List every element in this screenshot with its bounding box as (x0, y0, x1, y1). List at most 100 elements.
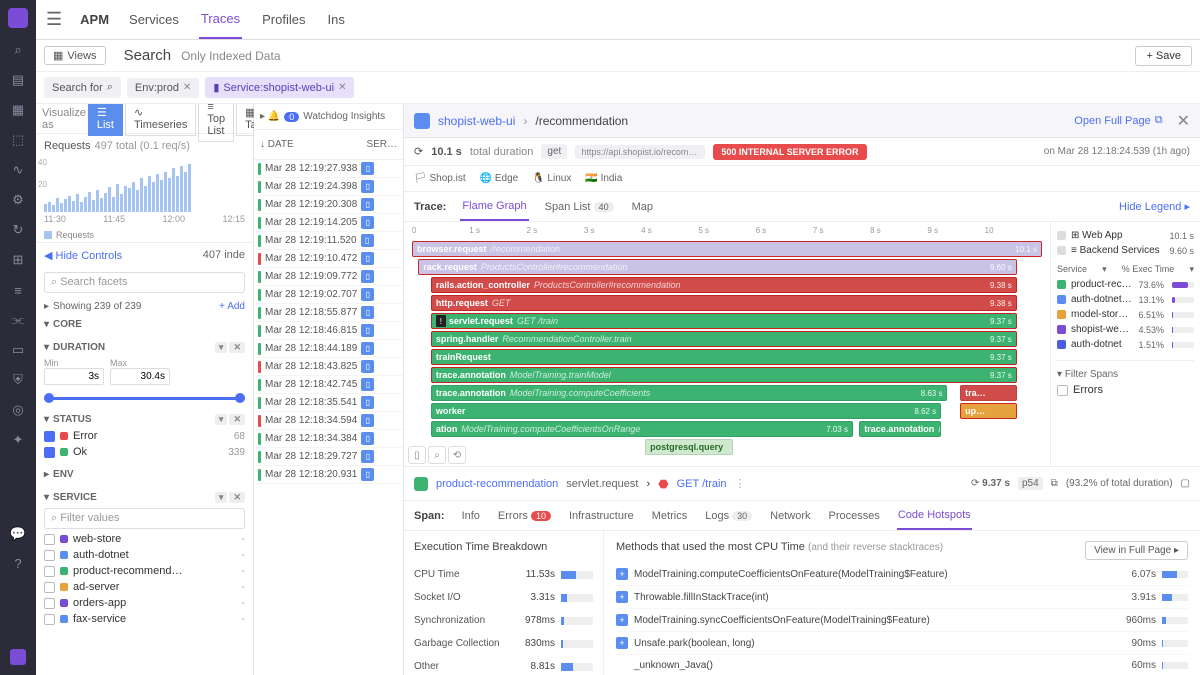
facet-duration[interactable]: ▾ Duration▾✕ (44, 339, 245, 356)
trace-row[interactable]: Mar 28 12:18:35.541▯ (254, 394, 403, 412)
vis-timeseries[interactable]: ∿ Timeseries (125, 104, 196, 136)
spantab-processes[interactable]: Processes (828, 503, 881, 529)
bookmark-icon[interactable]: ▢ (1181, 478, 1190, 489)
chart-icon[interactable]: ∿ (10, 162, 26, 178)
env-chip[interactable]: Env:prod ✕ (127, 78, 199, 98)
avatar[interactable] (10, 649, 26, 665)
method-row[interactable]: +ModelTraining.computeCoefficientsOnFeat… (616, 563, 1188, 586)
legend-service[interactable]: auth-dotnet-po…13.1% (1057, 292, 1194, 307)
duration-max[interactable] (110, 368, 170, 385)
facet-core[interactable]: ▾ CORE (44, 316, 245, 333)
spantab-metrics[interactable]: Metrics (651, 503, 688, 529)
close-icon[interactable]: ✕ (1177, 111, 1190, 131)
trace-row[interactable]: Mar 28 12:19:24.398▯ (254, 178, 403, 196)
spantab-hotspots[interactable]: Code Hotspots (897, 502, 972, 530)
tab-spanlist[interactable]: Span List 40 (543, 194, 616, 220)
service-item[interactable]: fax-service- (44, 611, 245, 627)
trace-row[interactable]: Mar 28 12:18:46.815▯ (254, 322, 403, 340)
menu-icon[interactable]: ☰ (46, 9, 62, 30)
infra-icon[interactable]: ▦ (10, 102, 26, 118)
trace-row[interactable]: Mar 28 12:18:42.745▯ (254, 376, 403, 394)
trace-row[interactable]: Mar 28 12:18:20.931▯ (254, 466, 403, 484)
facet-search[interactable]: ⌕ Search facets (44, 272, 245, 293)
trace-row[interactable]: Mar 28 12:18:29.727▯ (254, 448, 403, 466)
method-row[interactable]: +Unsafe.park(boolean, long)90ms (616, 632, 1188, 655)
trace-row[interactable]: Mar 28 12:19:14.205▯ (254, 214, 403, 232)
method-row[interactable]: +Throwable.fillInStackTrace(int)3.91s (616, 586, 1188, 609)
views-button[interactable]: ▦ Views (44, 46, 106, 65)
sparkle-icon[interactable]: ✦ (10, 432, 26, 448)
spantab-infra[interactable]: Infrastructure (568, 503, 635, 529)
trace-row[interactable]: Mar 28 12:19:20.308▯ (254, 196, 403, 214)
span-resource[interactable]: GET /train (677, 478, 727, 490)
save-button[interactable]: + Save (1135, 46, 1192, 66)
service-item[interactable]: ad-server- (44, 579, 245, 595)
trace-row[interactable]: Mar 28 12:19:09.772▯ (254, 268, 403, 286)
open-full-page[interactable]: Open Full Page ⧉ (1074, 114, 1162, 127)
flame-span[interactable]: trace.annotationModelTraining.computeCoe… (431, 385, 948, 401)
span-service[interactable]: product-recommendation (436, 478, 558, 490)
legend-service[interactable]: model-storage6.51% (1057, 307, 1194, 322)
flame-span[interactable]: browser.request/recommendation10.1 s (412, 241, 1042, 257)
watchdog-insights[interactable]: ▸ 🔔0 Watchdog Insights (254, 104, 403, 130)
tab-map[interactable]: Map (630, 194, 655, 220)
tab-traces[interactable]: Traces (199, 0, 242, 39)
tab-services[interactable]: Services (127, 1, 181, 38)
trace-row[interactable]: Mar 28 12:19:27.938▯ (254, 160, 403, 178)
spantab-info[interactable]: Info (461, 503, 481, 529)
flame-span[interactable]: postgresql.query (645, 439, 733, 455)
duration-min[interactable] (44, 368, 104, 385)
method-row[interactable]: _unknown_Java()60ms (616, 655, 1188, 675)
status-ok[interactable]: Ok339 (44, 444, 245, 460)
trace-row[interactable]: Mar 28 12:18:44.189▯ (254, 340, 403, 358)
facet-env[interactable]: ▸ Env (44, 466, 245, 483)
filter-errors[interactable]: Errors (1057, 382, 1194, 398)
shield-icon[interactable]: ⛨ (10, 372, 26, 388)
trace-row[interactable]: Mar 28 12:19:11.520▯ (254, 232, 403, 250)
legend-service[interactable]: product-recom…73.6% (1057, 277, 1194, 292)
flame-span[interactable]: !servlet.requestGET /train9.37 s (431, 313, 1017, 329)
ci-icon[interactable]: ↻ (10, 222, 26, 238)
flame-span[interactable]: ationModelTraining.computeCoefficientsOn… (431, 421, 853, 437)
service-item[interactable]: web-store- (44, 531, 245, 547)
service-item[interactable]: orders-app- (44, 595, 245, 611)
view-full-page[interactable]: View in Full Page ▸ (1085, 541, 1188, 560)
duration-slider[interactable] (44, 391, 245, 405)
flame-span[interactable]: rack.requestProductsController#recommend… (418, 259, 1017, 275)
search-icon[interactable]: ⌕ (10, 42, 26, 58)
vis-list[interactable]: ☰ List (88, 104, 123, 136)
apm-icon[interactable]: ⬚ (10, 132, 26, 148)
tool-select-icon[interactable]: ▯ (408, 446, 426, 464)
trace-row[interactable]: Mar 28 12:18:34.594▯ (254, 412, 403, 430)
trace-row[interactable]: Mar 28 12:18:34.384▯ (254, 430, 403, 448)
logo-icon[interactable] (8, 8, 28, 28)
tab-instr[interactable]: Ins (326, 1, 347, 38)
flame-span[interactable]: tra… (960, 385, 1017, 401)
chat-icon[interactable]: 💬 (10, 526, 26, 542)
tab-profiles[interactable]: Profiles (260, 1, 307, 38)
puzzle-icon[interactable]: ⊞ (10, 252, 26, 268)
link-icon[interactable]: ⫘ (10, 312, 26, 328)
trace-row[interactable]: Mar 28 12:19:10.472▯ (254, 250, 403, 268)
trace-row[interactable]: Mar 28 12:18:55.877▯ (254, 304, 403, 322)
flame-span[interactable]: up… (960, 403, 1017, 419)
spantab-errors[interactable]: Errors 10 (497, 503, 552, 529)
help-icon[interactable]: ? (10, 556, 26, 572)
method-row[interactable]: +ModelTraining.syncCoefficientsOnFeature… (616, 609, 1188, 632)
spantab-network[interactable]: Network (769, 503, 811, 529)
spantab-logs[interactable]: Logs 30 (704, 503, 753, 529)
tool-zoom-icon[interactable]: ⌕ (428, 446, 446, 464)
add-facet[interactable]: + Add (219, 301, 245, 312)
list-icon[interactable]: ≡ (10, 282, 26, 298)
flame-span[interactable]: rails.action_controllerProductsControlle… (431, 277, 1017, 293)
status-error[interactable]: Error68 (44, 428, 245, 444)
target-icon[interactable]: ◎ (10, 402, 26, 418)
hide-controls[interactable]: ◀ Hide Controls (44, 249, 122, 262)
tab-flame[interactable]: Flame Graph (460, 193, 528, 221)
flame-span[interactable]: http.requestGET9.38 s (431, 295, 1017, 311)
trace-row[interactable]: Mar 28 12:19:02.707▯ (254, 286, 403, 304)
service-item[interactable]: product-recommend…- (44, 563, 245, 579)
service-chip[interactable]: ▮ Service:shopist-web-ui ✕ (205, 77, 354, 98)
book-icon[interactable]: ▭ (10, 342, 26, 358)
service-filter[interactable]: ⌕ Filter values (44, 508, 245, 529)
